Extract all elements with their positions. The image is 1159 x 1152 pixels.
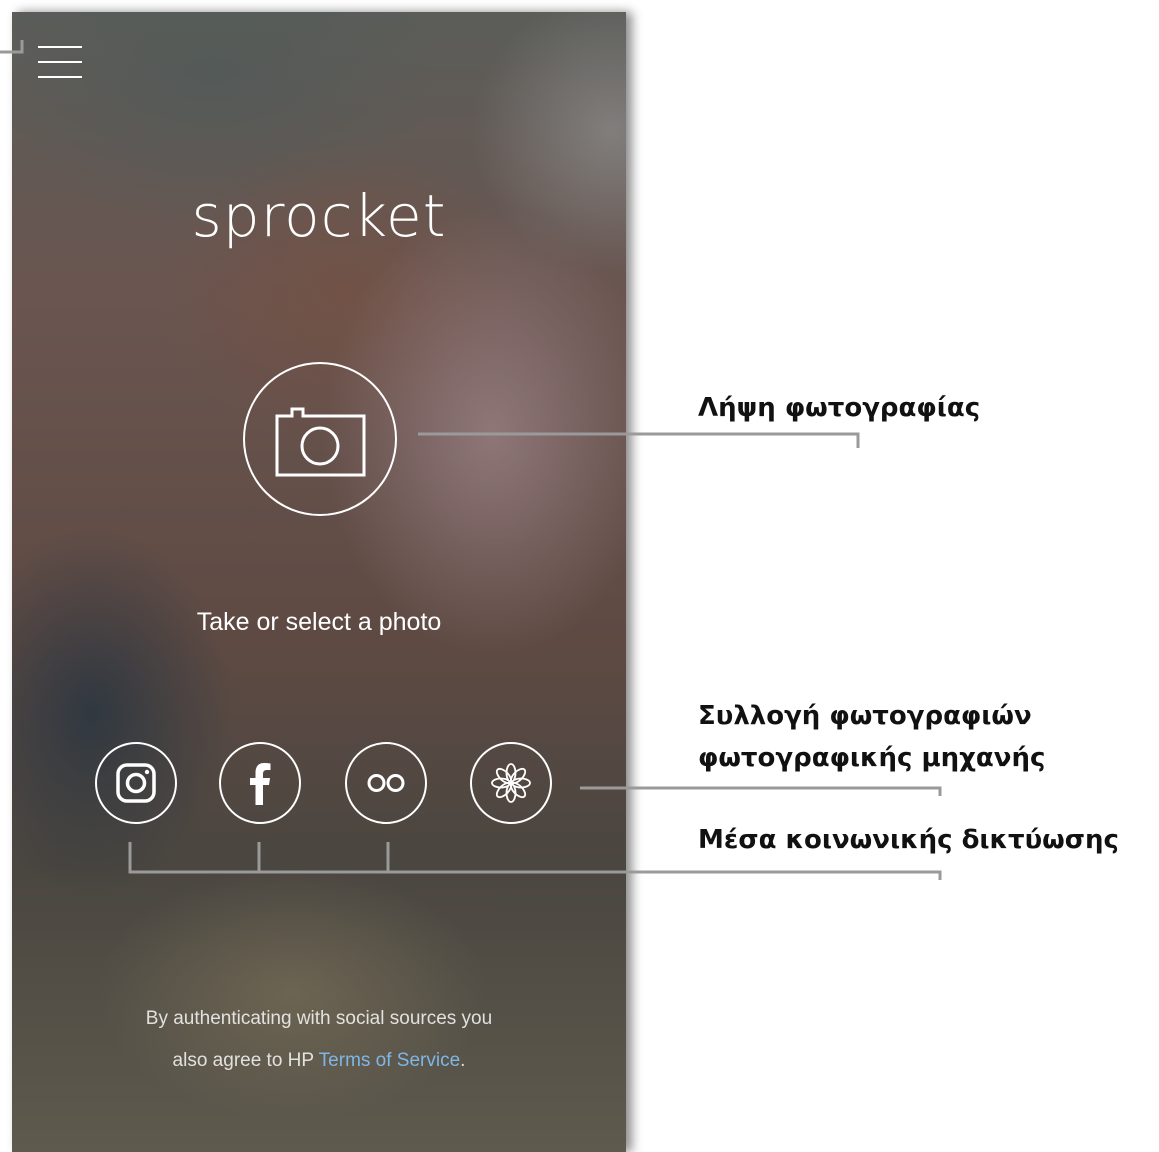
leader-lines: [0, 40, 942, 880]
callout-social-media: Μέσα κοινωνικής δικτύωσης: [698, 825, 1119, 855]
annotated-screenshot: sprocket Take or select a photo By authe…: [0, 0, 1159, 1152]
callout-take-photo: Λήψη φωτογραφίας: [698, 393, 981, 423]
callout-camera-roll-line1: Συλλογή φωτογραφιών: [698, 701, 1032, 731]
callout-camera-roll-line2: φωτογραφικής μηχανής: [698, 743, 1046, 773]
